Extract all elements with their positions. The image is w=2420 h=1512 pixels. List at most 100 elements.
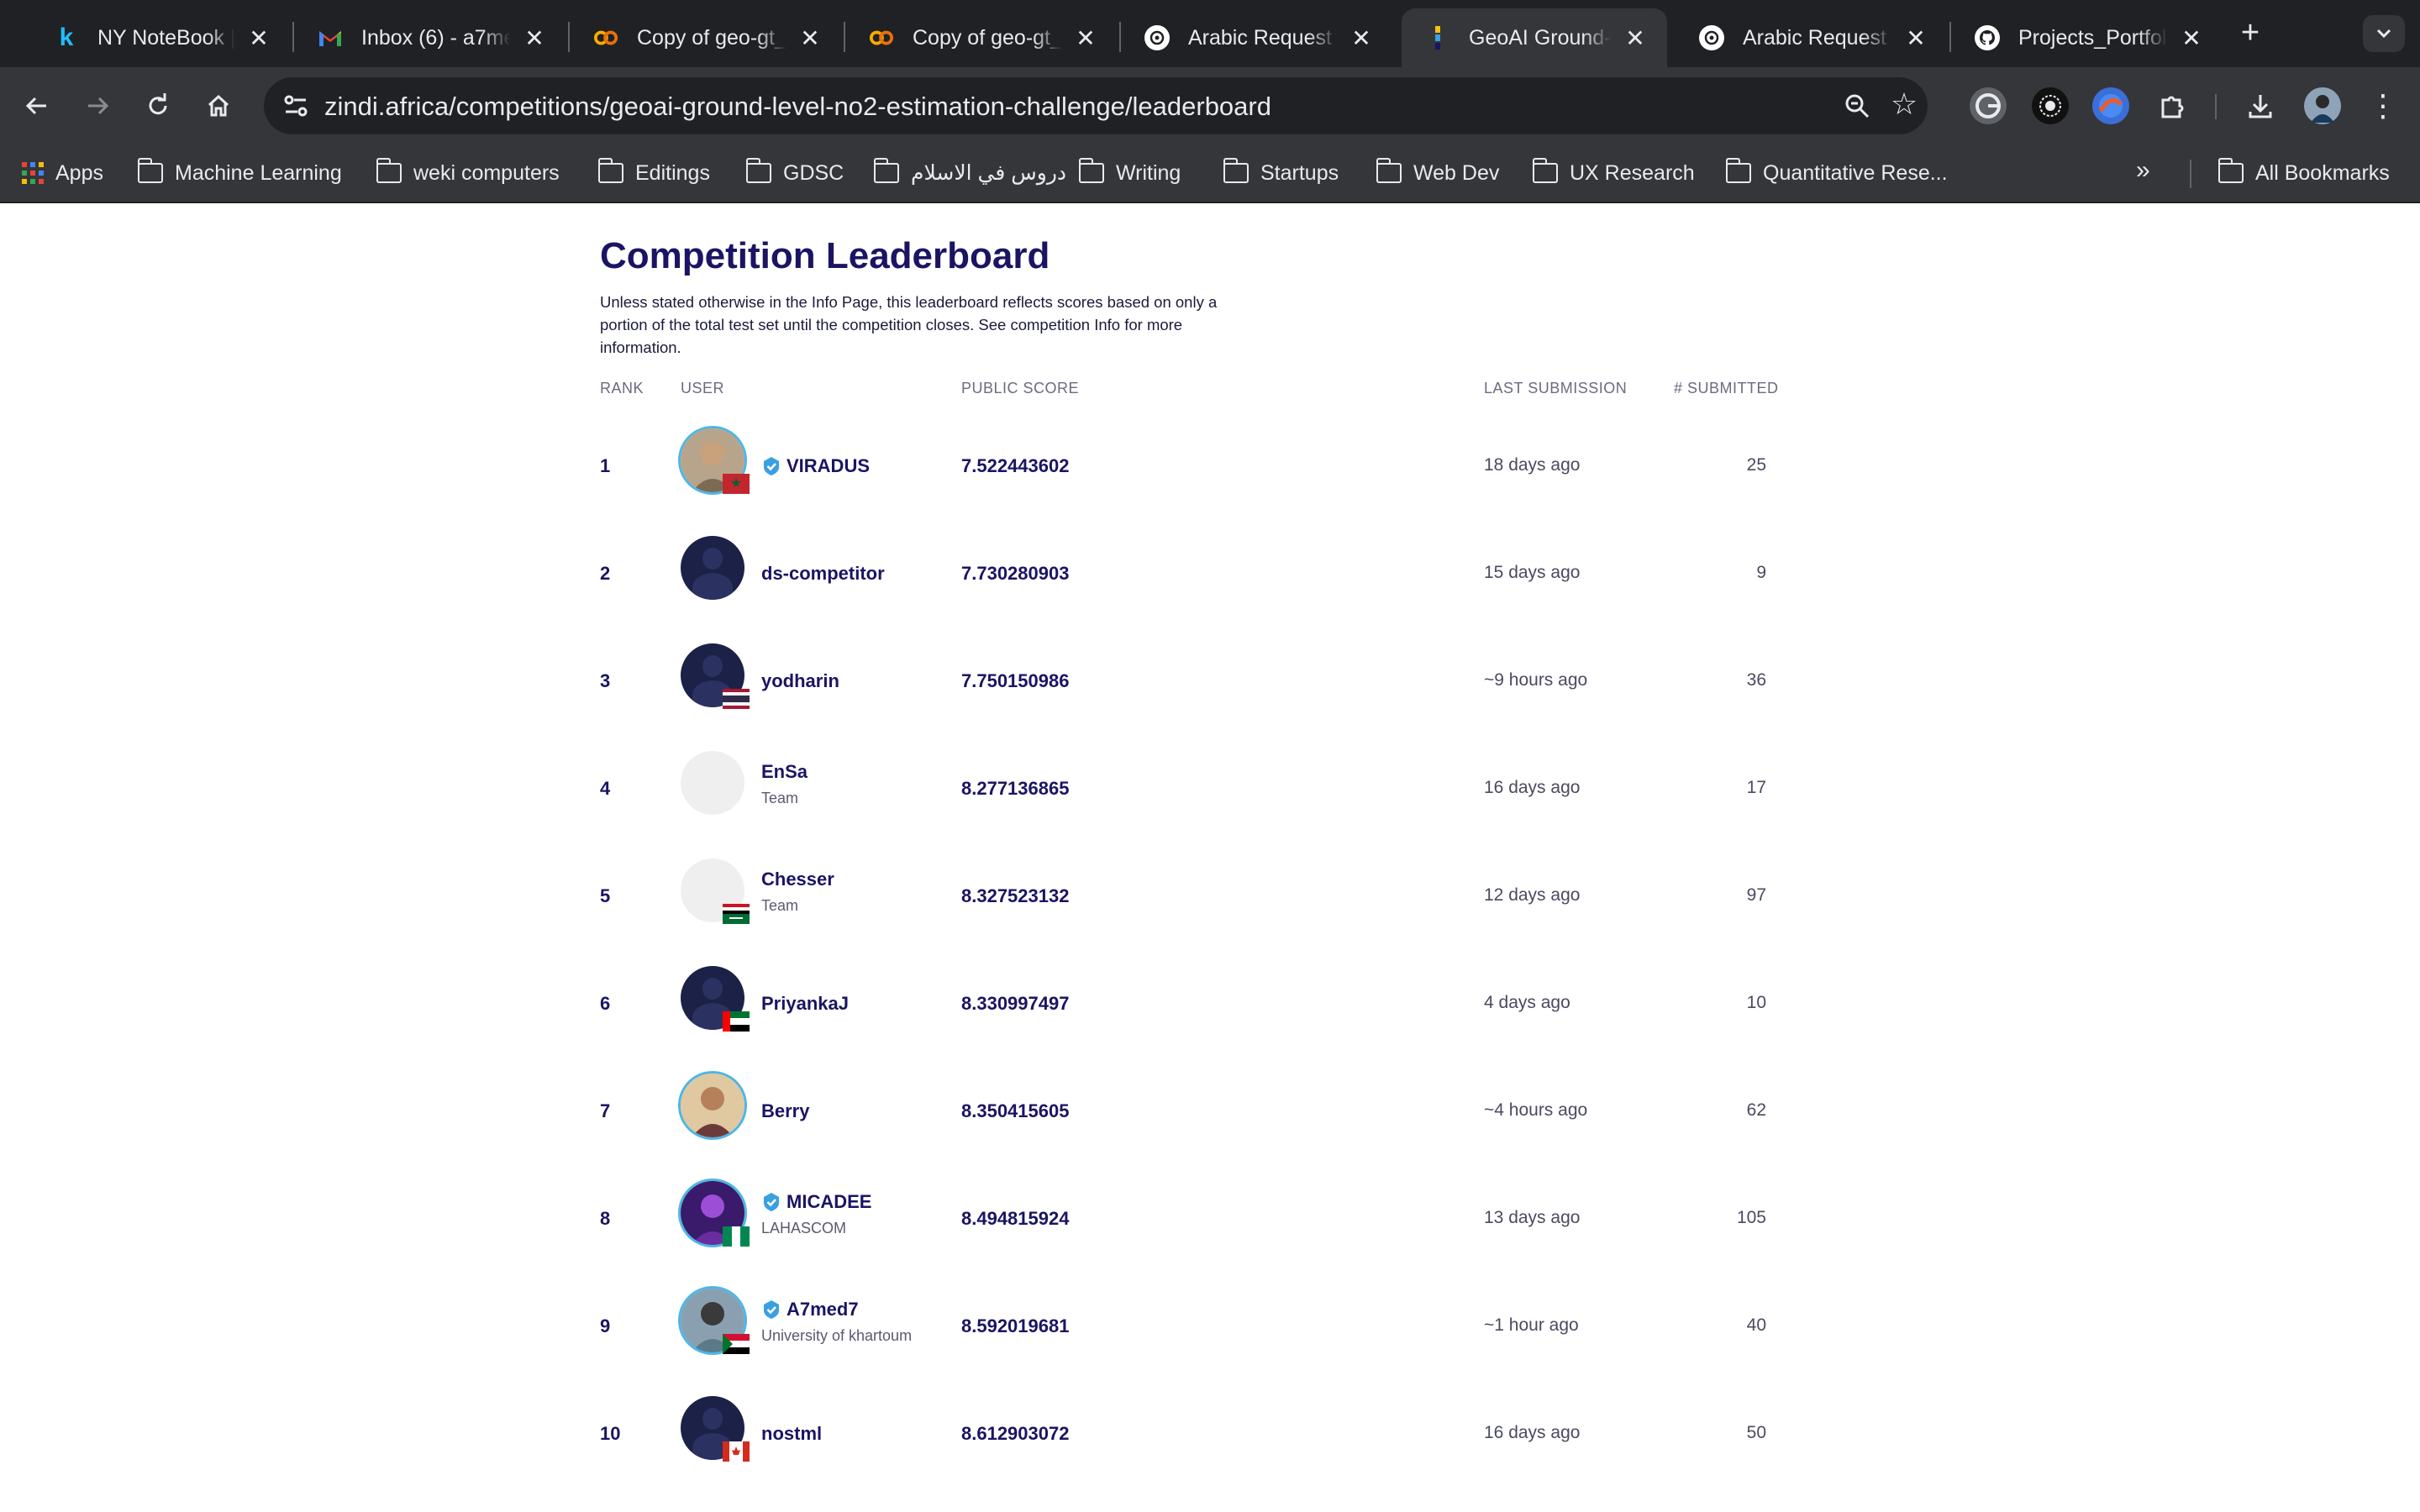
site-settings-icon[interactable] [279, 89, 313, 123]
last-submission-value: 16 days ago [1484, 1423, 1581, 1442]
username-line: yodharin [761, 670, 839, 692]
bookmark-apps[interactable]: Apps [22, 158, 103, 188]
tab-search-button[interactable] [2363, 15, 2405, 52]
table-row[interactable]: 1 VIRADUS 7.522443602 18 days ago 25 [600, 413, 1793, 521]
downloads-button[interactable] [2238, 84, 2282, 128]
bookmark-label: Web Dev [1413, 160, 1500, 185]
browser-tab-active[interactable]: GeoAI Ground-le ✕ [1402, 8, 1667, 67]
gmail-icon [318, 25, 343, 50]
reload-icon [149, 93, 167, 115]
openai-icon [1144, 25, 1170, 50]
browser-menu-icon[interactable]: ⋮ [2361, 84, 2405, 128]
folder-icon [745, 158, 771, 183]
verified-badge-icon [761, 1299, 781, 1320]
bookmark-folder-machine-learning[interactable]: Machine Learning [137, 158, 342, 188]
username-line: MICADEE [761, 1191, 871, 1213]
username-link[interactable]: PriyankaJ [761, 993, 849, 1015]
browser-tab-8[interactable]: Projects_Portfol ✕ [1951, 8, 2223, 67]
folder-icon [1532, 158, 1558, 183]
bookmark-label: Editings [635, 160, 710, 185]
dark-mode-extension-icon[interactable] [2032, 87, 2069, 124]
all-bookmarks-folder[interactable]: All Bookmarks [2217, 158, 2390, 188]
bookmark-folder-ux-research[interactable]: UX Research [1532, 158, 1695, 188]
close-tab-icon[interactable]: ✕ [247, 24, 271, 52]
close-tab-icon[interactable]: ✕ [798, 24, 822, 52]
username-link[interactable]: nostml [761, 1423, 822, 1445]
close-tab-icon[interactable]: ✕ [1349, 24, 1373, 52]
username-link[interactable]: Berry [761, 1100, 809, 1122]
bookmark-folder-writing[interactable]: Writing [1078, 158, 1181, 188]
new-tab-button[interactable]: + [2232, 15, 2269, 52]
bookmark-star-icon[interactable]: ☆ [1886, 86, 1923, 123]
username-link[interactable]: MICADEE [786, 1191, 871, 1213]
bookmarks-bar: Apps Machine Learning weki computers Edi… [0, 144, 2420, 203]
bookmark-folder-quantitative-research[interactable]: Quantitative Rese... [1725, 158, 1948, 188]
submitted-count-value: 50 [1746, 1423, 1766, 1442]
bookmark-folder-gdsc[interactable]: GDSC [745, 158, 844, 188]
table-row[interactable]: 6 PriyankaJ 8.330997497 4 days ago 10 [600, 951, 1793, 1058]
browser-tab-2[interactable]: Inbox (6) - a7me ✕ [294, 8, 566, 67]
reload-button[interactable] [136, 84, 180, 128]
table-row[interactable]: 7 Berry 8.350415605 ~4 hours ago 62 [600, 1058, 1793, 1166]
bookmark-folder-startups[interactable]: Startups [1223, 158, 1339, 188]
public-score-value: 8.350415605 [961, 1100, 1070, 1121]
bookmark-label: Quantitative Rese... [1763, 160, 1948, 185]
profile-avatar-icon[interactable] [2304, 87, 2341, 124]
username-link[interactable]: VIRADUS [786, 455, 870, 477]
user-affiliation: Team [761, 790, 799, 806]
table-row[interactable]: 4 EnSa Team 8.277136865 16 days ago 17 [600, 736, 1793, 843]
username-link[interactable]: Chesser [761, 869, 834, 890]
address-bar[interactable]: zindi.africa/competitions/geoai-ground-l… [264, 77, 1928, 134]
close-tab-icon[interactable]: ✕ [2180, 24, 2203, 52]
url-text[interactable]: zindi.africa/competitions/geoai-ground-l… [324, 92, 1271, 122]
extensions-button[interactable] [2151, 84, 2195, 128]
table-row[interactable]: 5 Chesser Team 8.327523132 12 days ago 97 [600, 843, 1793, 951]
table-row[interactable]: 9 A7med7 University of khartoum 8.592019681… [600, 1273, 1793, 1381]
rank-value: 8 [600, 1208, 611, 1229]
username-link[interactable]: EnSa [761, 761, 808, 783]
folder-icon [873, 158, 899, 183]
bookmark-label: دروس في الاسلام [911, 161, 1067, 185]
country-flag-icon [723, 689, 750, 709]
table-row[interactable]: 8 MICADEE LAHASCOM 8.494815924 13 days ago 10… [600, 1166, 1793, 1273]
country-flag-icon [723, 1226, 750, 1247]
avatar[interactable] [681, 1074, 744, 1137]
bookmark-folder-web-dev[interactable]: Web Dev [1376, 158, 1499, 188]
back-button[interactable] [15, 84, 59, 128]
username-link[interactable]: yodharin [761, 670, 839, 692]
close-tab-icon[interactable]: ✕ [1074, 24, 1097, 52]
close-tab-icon[interactable]: ✕ [1904, 24, 1928, 52]
bookmark-folder-editings[interactable]: Editings [597, 158, 710, 188]
close-tab-icon[interactable]: ✕ [523, 24, 546, 52]
username-link[interactable]: A7med7 [786, 1299, 859, 1320]
table-row[interactable]: 10 nostml 8.612903072 16 days ago 50 [600, 1381, 1793, 1488]
column-header-submitted: # SUBMITTED [1674, 380, 1779, 396]
avatar[interactable] [681, 536, 744, 600]
verified-badge-icon [761, 1192, 781, 1212]
last-submission-value: 4 days ago [1484, 993, 1570, 1012]
browser-tab-1[interactable]: k NY NoteBook | K ✕ [30, 8, 291, 67]
browser-tab-3[interactable]: Copy of geo-gt_ ✕ [570, 8, 842, 67]
bookmarks-divider [2190, 160, 2191, 188]
table-row[interactable]: 3 yodharin 7.750150986 ~9 hours ago 36 [600, 628, 1793, 736]
bookmark-folder-weki-computers[interactable]: weki computers [376, 158, 560, 188]
browser-tab-bar: k NY NoteBook | K ✕ Inbox (6) - a7me ✕ C… [0, 0, 2420, 67]
bookmark-folder-islam-lessons[interactable]: دروس في الاسلام [873, 158, 1067, 188]
browser-tab-5[interactable]: Arabic Request ✕ [1121, 8, 1393, 67]
folder-icon [1078, 158, 1104, 183]
table-row[interactable]: 2 ds-competitor 7.730280903 15 days ago 9 [600, 521, 1793, 628]
username-link[interactable]: ds-competitor [761, 563, 885, 585]
forward-button[interactable] [76, 84, 119, 128]
avatar[interactable] [681, 751, 744, 815]
zoom-icon[interactable] [1839, 87, 1876, 124]
browser-tab-4[interactable]: Copy of geo-gt_ ✕ [845, 8, 1118, 67]
bookmark-label: Writing [1116, 160, 1181, 185]
close-tab-icon[interactable]: ✕ [1623, 24, 1647, 52]
last-submission-value: 15 days ago [1484, 563, 1581, 582]
browser-extension-icon[interactable] [2092, 87, 2129, 124]
browser-tab-7[interactable]: Arabic Request ✕ [1676, 8, 1948, 67]
more-bookmarks-icon[interactable]: » [2136, 156, 2150, 185]
home-button[interactable] [197, 84, 240, 128]
last-submission-value: 13 days ago [1484, 1208, 1581, 1227]
grammarly-extension-icon[interactable] [1970, 87, 2007, 124]
